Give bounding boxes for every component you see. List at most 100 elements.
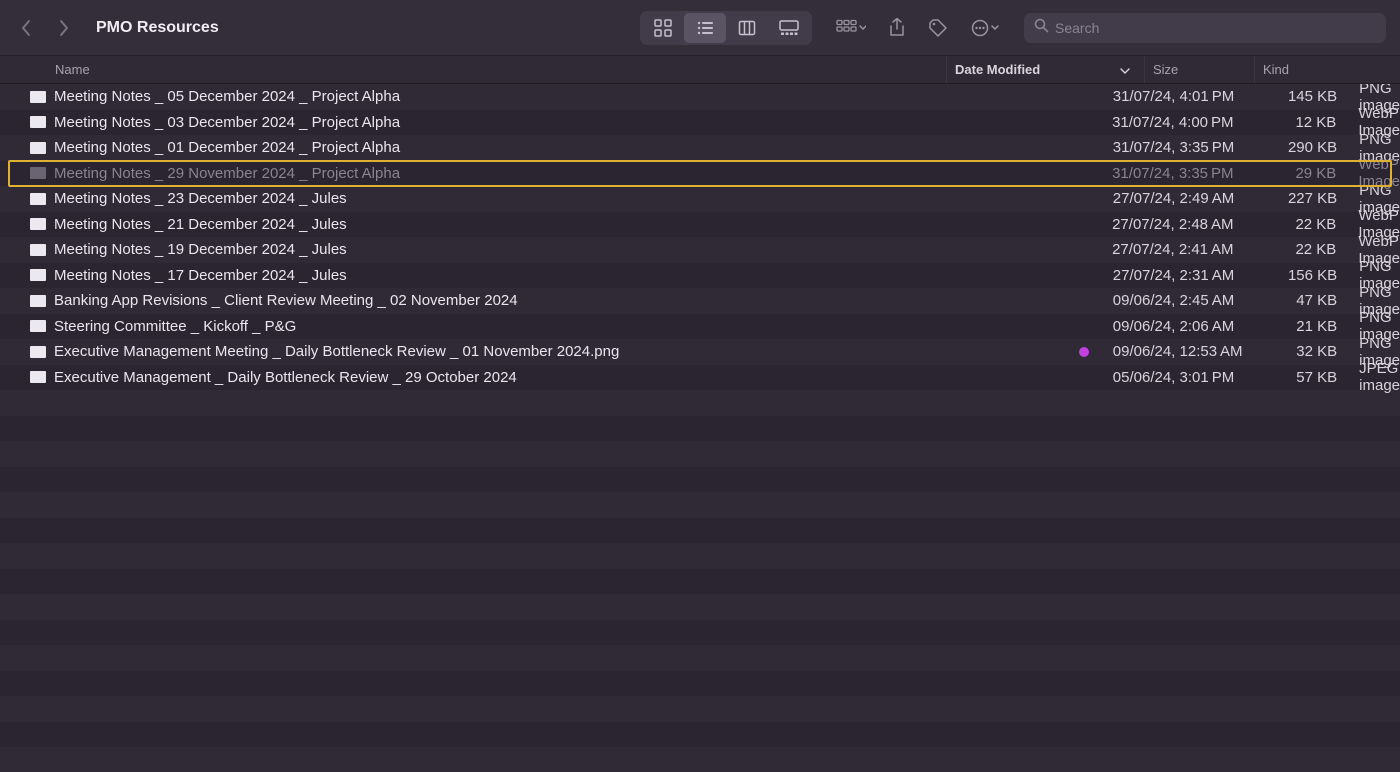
file-list: Meeting Notes _ 05 December 2024 _ Proje… <box>0 84 1400 772</box>
file-date: 31/07/24, 4:00 PM <box>1104 114 1261 131</box>
file-icon <box>30 90 46 104</box>
file-name: Meeting Notes _ 03 December 2024 _ Proje… <box>54 114 400 131</box>
file-row[interactable]: Meeting Notes _ 05 December 2024 _ Proje… <box>0 84 1400 110</box>
column-header-size[interactable]: Size <box>1145 56 1255 83</box>
file-row[interactable]: Meeting Notes _ 23 December 2024 _ Jules… <box>0 186 1400 212</box>
empty-row <box>0 722 1400 748</box>
file-icon <box>30 345 46 359</box>
empty-row <box>0 441 1400 467</box>
file-name: Meeting Notes _ 19 December 2024 _ Jules <box>54 241 347 258</box>
empty-row <box>0 543 1400 569</box>
file-icon <box>30 319 46 333</box>
window-title: PMO Resources <box>96 19 219 37</box>
file-date: 09/06/24, 2:06 AM <box>1105 318 1262 335</box>
empty-row <box>0 671 1400 697</box>
file-icon <box>30 217 46 231</box>
file-icon <box>30 192 46 206</box>
column-view-button[interactable] <box>726 13 768 43</box>
file-size: 145 KB <box>1262 88 1351 105</box>
file-name: Steering Committee _ Kickoff _ P&G <box>54 318 296 335</box>
file-kind: WebP Image <box>1350 156 1400 190</box>
empty-row <box>0 416 1400 442</box>
file-date: 27/07/24, 2:41 AM <box>1104 241 1261 258</box>
toolbar: PMO Resources <box>0 0 1400 56</box>
file-size: 12 KB <box>1261 114 1350 131</box>
file-icon <box>30 268 46 282</box>
file-size: 156 KB <box>1262 267 1351 284</box>
file-name: Meeting Notes _ 05 December 2024 _ Proje… <box>54 88 400 105</box>
file-date: 31/07/24, 4:01 PM <box>1105 88 1262 105</box>
empty-row <box>0 645 1400 671</box>
file-date: 31/07/24, 3:35 PM <box>1105 139 1262 156</box>
empty-row <box>0 696 1400 722</box>
column-header-date-modified[interactable]: Date Modified <box>947 56 1145 83</box>
file-row[interactable]: Meeting Notes _ 17 December 2024 _ Jules… <box>0 263 1400 289</box>
file-size: 32 KB <box>1262 343 1351 360</box>
file-size: 29 KB <box>1261 165 1350 182</box>
empty-row <box>0 467 1400 493</box>
file-size: 22 KB <box>1261 216 1350 233</box>
tag-button[interactable] <box>928 18 948 38</box>
empty-row <box>0 569 1400 595</box>
file-row[interactable]: Meeting Notes _ 21 December 2024 _ Jules… <box>0 212 1400 238</box>
forward-button[interactable] <box>52 16 76 40</box>
file-date: 27/07/24, 2:31 AM <box>1105 267 1262 284</box>
file-row[interactable]: Meeting Notes _ 01 December 2024 _ Proje… <box>0 135 1400 161</box>
file-name: Executive Management Meeting _ Daily Bot… <box>54 343 619 360</box>
file-icon <box>30 141 46 155</box>
file-date: 27/07/24, 2:48 AM <box>1104 216 1261 233</box>
search-input[interactable] <box>1055 20 1376 36</box>
column-headers: Name Date Modified Size Kind <box>0 56 1400 84</box>
file-size: 227 KB <box>1262 190 1351 207</box>
file-date: 31/07/24, 3:35 PM <box>1104 165 1261 182</box>
file-icon <box>30 370 46 384</box>
file-name: Meeting Notes _ 21 December 2024 _ Jules <box>54 216 347 233</box>
empty-row <box>0 518 1400 544</box>
column-header-name[interactable]: Name <box>0 56 947 83</box>
file-date: 05/06/24, 3:01 PM <box>1105 369 1262 386</box>
empty-row <box>0 390 1400 416</box>
file-row[interactable]: Meeting Notes _ 03 December 2024 _ Proje… <box>0 110 1400 136</box>
empty-row <box>0 492 1400 518</box>
file-date: 09/06/24, 2:45 AM <box>1105 292 1262 309</box>
file-size: 47 KB <box>1262 292 1351 309</box>
file-row[interactable]: Banking App Revisions _ Client Review Me… <box>0 288 1400 314</box>
gallery-view-button[interactable] <box>768 13 810 43</box>
back-button[interactable] <box>14 16 38 40</box>
file-row[interactable]: Executive Management Meeting _ Daily Bot… <box>0 339 1400 365</box>
file-row[interactable]: Steering Committee _ Kickoff _ P&G 09/06/… <box>0 314 1400 340</box>
file-name: Banking App Revisions _ Client Review Me… <box>54 292 518 309</box>
view-switcher <box>640 11 812 45</box>
empty-row <box>0 620 1400 646</box>
file-size: 57 KB <box>1262 369 1351 386</box>
file-name: Meeting Notes _ 17 December 2024 _ Jules <box>54 267 347 284</box>
more-button[interactable] <box>970 19 1000 37</box>
search-icon <box>1034 18 1049 38</box>
file-date: 27/07/24, 2:49 AM <box>1105 190 1262 207</box>
search-box[interactable] <box>1024 13 1386 43</box>
file-size: 21 KB <box>1262 318 1351 335</box>
file-kind: JPEG image <box>1351 360 1400 394</box>
file-icon <box>30 294 46 308</box>
column-header-kind[interactable]: Kind <box>1255 56 1400 83</box>
file-icon <box>30 115 46 129</box>
empty-row <box>0 594 1400 620</box>
file-date: 09/06/24, 12:53 AM <box>1105 343 1262 360</box>
file-name: Meeting Notes _ 23 December 2024 _ Jules <box>54 190 347 207</box>
group-button[interactable] <box>836 19 866 37</box>
list-view-button[interactable] <box>684 13 726 43</box>
file-name: Executive Management _ Daily Bottleneck … <box>54 369 517 386</box>
file-row[interactable]: Executive Management _ Daily Bottleneck … <box>0 365 1400 391</box>
file-row[interactable]: Meeting Notes _ 19 December 2024 _ Jules… <box>0 237 1400 263</box>
share-button[interactable] <box>888 18 906 38</box>
empty-row <box>0 747 1400 772</box>
file-size: 22 KB <box>1261 241 1350 258</box>
file-row[interactable]: Meeting Notes _ 29 November 2024 _ Proje… <box>0 161 1400 187</box>
sort-chevron-down-icon <box>1120 56 1130 83</box>
file-icon <box>30 243 46 257</box>
icon-view-button[interactable] <box>642 13 684 43</box>
file-name: Meeting Notes _ 01 December 2024 _ Proje… <box>54 139 400 156</box>
file-name: Meeting Notes _ 29 November 2024 _ Proje… <box>54 165 400 182</box>
tag-dot <box>1079 347 1089 357</box>
file-icon <box>30 166 46 180</box>
